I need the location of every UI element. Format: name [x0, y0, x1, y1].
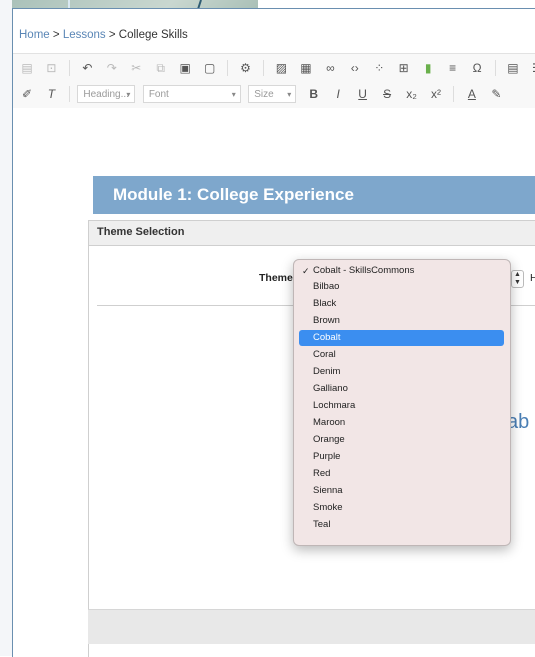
theme-option-label: Black — [313, 298, 337, 309]
panel-next-label: H — [530, 272, 535, 284]
paste-icon[interactable]: ▣ — [175, 58, 195, 78]
subscript-button[interactable]: x₂ — [402, 84, 422, 104]
background-left-strip — [0, 0, 12, 656]
theme-option-label: Coral — [313, 349, 336, 360]
panel-header: Theme Selection — [89, 221, 535, 246]
redo-icon[interactable]: ↷ — [102, 58, 122, 78]
theme-option-label: Smoke — [313, 502, 343, 513]
theme-option-coral[interactable]: Coral — [299, 347, 504, 363]
paste-text-icon[interactable]: ▢ — [200, 58, 220, 78]
theme-option-smoke[interactable]: Smoke — [299, 500, 504, 516]
toolbar-divider — [68, 60, 70, 76]
font-select-label: Font — [148, 89, 169, 100]
template-icon[interactable]: ⁘ — [369, 58, 389, 78]
media-icon[interactable]: ▦ — [296, 58, 316, 78]
toolbar-divider — [68, 86, 70, 102]
chevron-down-icon: ▾ — [287, 90, 292, 99]
breadcrumb-separator: > — [108, 29, 116, 41]
theme-option-label: Cobalt — [313, 332, 341, 343]
toolbar-row-1: ▤ ⊡ ↶ ↷ ✂ ⧉ ▣ ▢ ⚙ ▨ ▦ ∞ ‹› ⁘ ⊞ ▮ ≡ Ω ▤ ☰ — [17, 58, 535, 80]
theme-option-lochmara[interactable]: Lochmara — [299, 398, 504, 414]
theme-option-black[interactable]: Black — [299, 296, 504, 312]
breadcrumb-separator: > — [52, 29, 60, 41]
toolbar-divider — [227, 60, 229, 76]
theme-select-stepper[interactable]: ▲ ▼ — [511, 270, 524, 288]
size-select[interactable]: Size ▾ — [248, 85, 297, 103]
undo-icon[interactable]: ↶ — [77, 58, 97, 78]
breadcrumb-lessons-link[interactable]: Lessons — [63, 29, 106, 41]
theme-option-orange[interactable]: Orange — [299, 432, 504, 448]
preview-icon[interactable]: ⊡ — [41, 58, 61, 78]
breadcrumb: Home > Lessons > College Skills — [19, 29, 188, 41]
clear-formatting-icon[interactable]: T — [41, 84, 61, 104]
theme-option-label: Sienna — [313, 485, 343, 496]
theme-option-brown[interactable]: Brown — [299, 313, 504, 329]
module-title: Module 1: College Experience — [113, 185, 354, 204]
theme-option-label: Galliano — [313, 383, 348, 394]
highlight-button[interactable]: ✎ — [486, 84, 506, 104]
save-icon[interactable]: ▤ — [17, 58, 37, 78]
link-icon[interactable]: ∞ — [320, 58, 340, 78]
special-char-icon[interactable]: Ω — [467, 58, 487, 78]
theme-option-cobalt[interactable]: Cobalt — [299, 330, 504, 346]
widget-icon[interactable]: ▮ — [418, 58, 438, 78]
format-painter-icon[interactable]: ✐ — [17, 84, 37, 104]
underline-button[interactable]: U — [353, 84, 373, 104]
image-icon[interactable]: ▨ — [271, 58, 291, 78]
theme-option-label: Brown — [313, 315, 340, 326]
theme-option-label: Cobalt - SkillsCommons — [313, 265, 415, 276]
theme-option-purple[interactable]: Purple — [299, 449, 504, 465]
bold-button[interactable]: B — [304, 84, 324, 104]
theme-option-teal[interactable]: Teal — [299, 517, 504, 533]
theme-option-label: Denim — [313, 366, 341, 377]
theme-option-label: Orange — [313, 434, 345, 445]
iframe-icon[interactable]: ▤ — [503, 58, 523, 78]
breadcrumb-home-link[interactable]: Home — [19, 29, 50, 41]
theme-label: Theme: — [259, 272, 297, 284]
settings-icon[interactable]: ⚙ — [236, 58, 256, 78]
theme-option-galliano[interactable]: Galliano — [299, 381, 504, 397]
size-select-label: Size — [254, 89, 274, 100]
theme-option-label: Red — [313, 468, 331, 479]
theme-dropdown-menu: ✓ Cobalt - SkillsCommons Bilbao Black Bro… — [293, 259, 511, 546]
panel-title: Theme Selection — [97, 226, 185, 238]
toolbar-divider — [494, 60, 496, 76]
theme-option-label: Teal — [313, 519, 331, 530]
panel-footer — [88, 609, 535, 644]
strikethrough-button[interactable]: S — [377, 84, 397, 104]
chevron-down-icon: ▾ — [126, 90, 131, 99]
table-icon[interactable]: ⊞ — [394, 58, 414, 78]
editor-toolbar: ▤ ⊡ ↶ ↷ ✂ ⧉ ▣ ▢ ⚙ ▨ ▦ ∞ ‹› ⁘ ⊞ ▮ ≡ Ω ▤ ☰… — [13, 53, 535, 109]
cut-icon[interactable]: ✂ — [126, 58, 146, 78]
font-select[interactable]: Font ▾ — [142, 85, 241, 103]
toolbar-divider — [262, 60, 264, 76]
checkmark-icon: ✓ — [302, 266, 310, 276]
theme-option-red[interactable]: Red — [299, 466, 504, 482]
theme-option-cobalt-skillscommons[interactable]: ✓ Cobalt - SkillsCommons — [299, 263, 504, 279]
list-icon[interactable]: ☰ — [527, 58, 535, 78]
superscript-button[interactable]: x² — [426, 84, 446, 104]
theme-option-label: Purple — [313, 451, 341, 462]
theme-option-bilbao[interactable]: Bilbao — [299, 279, 504, 295]
theme-option-label: Lochmara — [313, 400, 356, 411]
toolbar-row-2: ✐ T Heading... ▾ Font ▾ Size ▾ B I U S x₂ x… — [17, 84, 506, 106]
theme-option-label: Maroon — [313, 417, 346, 428]
copy-icon[interactable]: ⧉ — [151, 58, 171, 78]
chevron-up-icon: ▲ — [514, 271, 521, 278]
theme-option-denim[interactable]: Denim — [299, 364, 504, 380]
chevron-down-icon: ▾ — [231, 90, 236, 99]
theme-option-sienna[interactable]: Sienna — [299, 483, 504, 499]
code-icon[interactable]: ‹› — [345, 58, 365, 78]
text-color-button[interactable]: A — [462, 84, 482, 104]
horizontal-line-icon[interactable]: ≡ — [443, 58, 463, 78]
chevron-down-icon: ▼ — [514, 279, 521, 286]
theme-option-label: Bilbao — [313, 281, 340, 292]
theme-option-maroon[interactable]: Maroon — [299, 415, 504, 431]
heading-select[interactable]: Heading... ▾ — [77, 85, 136, 103]
breadcrumb-current: College Skills — [118, 29, 188, 41]
heading-select-label: Heading... — [83, 89, 129, 100]
toolbar-divider — [453, 86, 455, 102]
module-header: Module 1: College Experience — [93, 176, 535, 214]
italic-button[interactable]: I — [328, 84, 348, 104]
